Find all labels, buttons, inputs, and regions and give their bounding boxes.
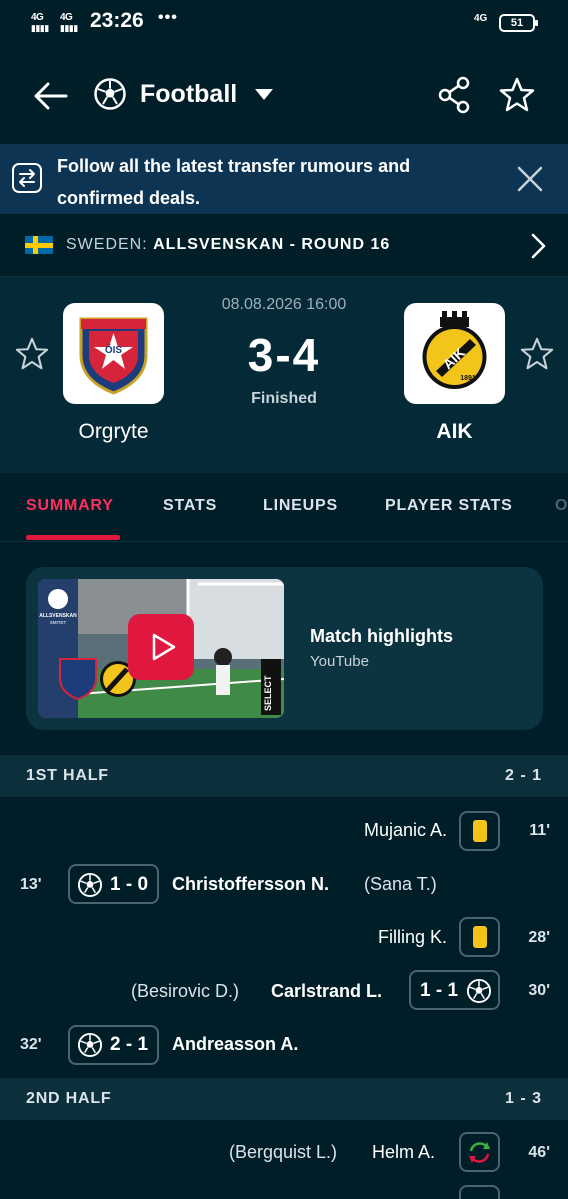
- event-minute: 30': [528, 982, 550, 999]
- status-time: 23:26: [90, 9, 144, 32]
- orgryte-logo-icon: ÖIS: [79, 317, 148, 395]
- highlights-title[interactable]: Match highlights: [310, 626, 453, 647]
- battery-indicator: 51: [499, 14, 538, 32]
- banner-text: Follow all the latest transfer rumours a…: [57, 156, 411, 208]
- event-assist[interactable]: (Sana T.): [364, 874, 437, 895]
- aik-logo-icon: AIK 1891: [422, 311, 487, 389]
- football-icon: [466, 978, 492, 1009]
- event-score: 2 - 1: [110, 1034, 149, 1055]
- league-competition: ALLSVENSKAN - ROUND 16: [153, 236, 391, 253]
- favorite-away-star-icon[interactable]: [519, 336, 555, 377]
- play-icon[interactable]: [128, 614, 194, 680]
- home-team-name[interactable]: Orgryte: [63, 420, 164, 444]
- network-indicator: 4G: [474, 13, 488, 24]
- signal-2: 4G ▮▮▮▮: [60, 12, 78, 33]
- event-player[interactable]: Helm A.: [372, 1142, 435, 1163]
- svg-text:SELECT: SELECT: [263, 675, 273, 711]
- tab-stats[interactable]: STATS: [163, 497, 217, 515]
- event-minute: 11': [529, 822, 550, 839]
- svg-text:SMITET: SMITET: [50, 620, 67, 625]
- event-minute: 46': [528, 1144, 550, 1161]
- signal-1: 4G ▮▮▮▮: [31, 12, 49, 33]
- event-player[interactable]: Carlstrand L.: [271, 981, 382, 1002]
- event-assist[interactable]: (Bergquist L.): [229, 1142, 337, 1163]
- svg-text:ALLSVENSKAN: ALLSVENSKAN: [39, 613, 77, 619]
- home-team-crest[interactable]: ÖIS: [63, 303, 164, 404]
- chevron-right-icon[interactable]: [528, 232, 548, 265]
- event-minute: 13': [20, 876, 42, 893]
- match-datetime: 08.08.2026 16:00: [221, 296, 347, 313]
- yellow-card-icon: [473, 820, 487, 842]
- event-score: 1 - 0: [110, 874, 149, 895]
- event-assist[interactable]: (Besirovic D.): [131, 981, 239, 1002]
- league-country: SWEDEN:: [66, 236, 148, 253]
- match-status: Finished: [251, 390, 317, 407]
- svg-text:1891: 1891: [460, 375, 476, 382]
- close-icon[interactable]: [516, 165, 544, 198]
- yellow-card-icon: [473, 926, 487, 948]
- event-player[interactable]: Christoffersson N.: [172, 874, 329, 895]
- favorite-home-star-icon[interactable]: [14, 336, 50, 377]
- first-half-score: 2 - 1: [504, 767, 542, 784]
- highlights-source: YouTube: [310, 653, 369, 670]
- svg-text:ÖIS: ÖIS: [105, 343, 123, 356]
- football-icon: [77, 872, 103, 903]
- tab-lineups[interactable]: LINEUPS: [263, 497, 338, 515]
- share-icon[interactable]: [436, 76, 472, 119]
- chevron-down-icon[interactable]: [255, 89, 273, 100]
- tab-player-stats[interactable]: PLAYER STATS: [385, 497, 513, 515]
- event-icon-box: [459, 1185, 500, 1199]
- status-dots: •••: [158, 9, 178, 26]
- event-minute: 32': [20, 1036, 42, 1053]
- league-label: SWEDEN: ALLSVENSKAN - ROUND 16: [66, 236, 390, 254]
- back-arrow-icon[interactable]: [30, 78, 70, 114]
- second-half-score: 1 - 3: [504, 1090, 542, 1107]
- football-icon: [77, 1032, 103, 1063]
- away-team-crest[interactable]: AIK 1891: [404, 303, 505, 404]
- event-minute: 28': [528, 929, 550, 946]
- away-team-name[interactable]: AIK: [404, 420, 505, 444]
- favorite-star-icon[interactable]: [498, 76, 536, 119]
- match-score: 3-4: [247, 329, 321, 381]
- sport-title[interactable]: Football: [140, 80, 237, 109]
- transfer-icon: [12, 163, 42, 193]
- tab-overflow[interactable]: O: [555, 497, 568, 515]
- tab-summary[interactable]: SUMMARY: [26, 497, 114, 515]
- sweden-flag-icon: [25, 236, 53, 254]
- event-player[interactable]: Filling K.: [378, 927, 447, 948]
- event-player[interactable]: Mujanic A.: [364, 820, 447, 841]
- first-half-label: 1ST HALF: [26, 767, 109, 784]
- status-bar: [0, 0, 568, 48]
- event-player[interactable]: Andreasson A.: [172, 1034, 298, 1055]
- event-score: 1 - 1: [420, 980, 459, 1001]
- substitution-icon: [466, 1139, 493, 1171]
- app-header: [0, 48, 568, 144]
- active-tab-indicator: [26, 535, 120, 540]
- second-half-label: 2ND HALF: [26, 1090, 112, 1107]
- football-icon: [93, 77, 127, 116]
